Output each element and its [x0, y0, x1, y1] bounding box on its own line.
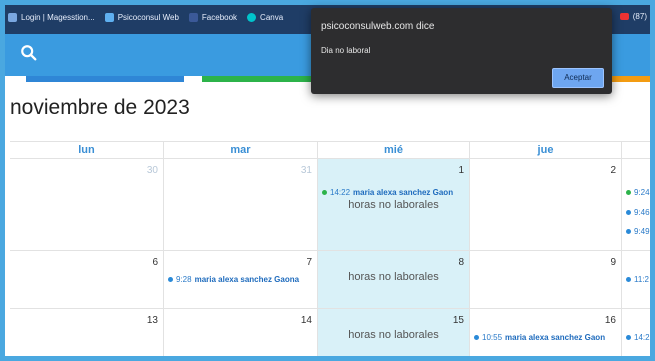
calendar-event[interactable]: 9:46	[626, 208, 650, 217]
canva-icon	[247, 12, 257, 22]
week-row: 30 31 1 14:22 maria alexa sanchez Gaon h…	[10, 159, 655, 251]
day-cell[interactable]: 16 10:55 maria alexa sanchez Gaon	[470, 309, 622, 361]
event-dot	[322, 190, 327, 195]
day-cell[interactable]: 31	[164, 159, 318, 251]
day-cell[interactable]: 30	[10, 159, 164, 251]
calendar-event[interactable]: 9:24	[626, 188, 650, 197]
day-cell[interactable]: 2	[470, 159, 622, 251]
event-dot	[626, 335, 631, 340]
day-cell-today[interactable]: 1 14:22 maria alexa sanchez Gaon horas n…	[318, 159, 470, 251]
bookmark-item[interactable]: Psicoconsul Web	[104, 12, 179, 22]
weekday-mon: lun	[10, 142, 164, 159]
event-time: 14:22	[330, 188, 351, 197]
bookmark-item[interactable]: Login | Magesstion...	[8, 12, 95, 22]
weekday-fri	[622, 142, 655, 159]
month-title: noviembre de 2023	[10, 96, 190, 119]
facebook-icon	[188, 12, 198, 22]
dialog-message: Dia no laboral	[321, 46, 371, 55]
event-time: 11:2	[634, 275, 649, 284]
day-number: 6	[152, 257, 158, 268]
event-time: 9:28	[176, 275, 192, 284]
day-number: 15	[452, 315, 464, 326]
day-cell[interactable]: 7 9:28 maria alexa sanchez Gaona	[164, 251, 318, 309]
event-title: maria alexa sanchez Gaon	[505, 333, 606, 342]
calendar-event[interactable]: 14:22 maria alexa sanchez Gaon	[322, 188, 453, 197]
weekday-thu: jue	[470, 142, 622, 159]
event-dot	[168, 277, 173, 282]
day-cell-today[interactable]: 15 horas no laborales	[318, 309, 470, 361]
weekday-wed: mié	[318, 142, 470, 159]
day-number: 7	[306, 257, 312, 268]
event-dot	[626, 190, 631, 195]
day-cell-today[interactable]: 8 horas no laborales	[318, 251, 470, 309]
non-working-hours: horas no laborales	[348, 271, 439, 283]
calendar-grid: lun mar mié jue 30 31 1 14:22 maria alex…	[10, 141, 655, 361]
event-time: 10:55	[482, 333, 503, 342]
day-cell[interactable]: 14:2	[622, 309, 655, 361]
weekday-header: lun mar mié jue	[10, 141, 655, 159]
weekday-tue: mar	[164, 142, 318, 159]
event-dot	[626, 277, 631, 282]
event-dot	[474, 335, 479, 340]
event-title: maria alexa sanchez Gaon	[353, 188, 454, 197]
tab-orange[interactable]	[612, 76, 655, 82]
day-number: 13	[146, 315, 158, 326]
day-number: 9	[610, 257, 616, 268]
event-time: 14:2	[634, 333, 650, 342]
non-working-hours: horas no laborales	[348, 199, 439, 211]
bookmark-icon	[104, 12, 114, 22]
search-button[interactable]	[20, 44, 40, 64]
event-title: maria alexa sanchez Gaona	[194, 275, 300, 284]
tab-blue[interactable]	[26, 76, 184, 82]
event-time: 9:46	[634, 208, 650, 217]
day-cell[interactable]: 6	[10, 251, 164, 309]
calendar-event[interactable]: 9:28 maria alexa sanchez Gaona	[168, 275, 299, 284]
day-number: 30	[146, 165, 158, 176]
day-number: 1	[458, 165, 464, 176]
calendar-event[interactable]: 14:2	[626, 333, 650, 342]
bookmark-item-right[interactable]: (87)	[619, 12, 647, 21]
calendar-event[interactable]: 11:2	[626, 275, 649, 284]
search-icon	[21, 45, 37, 61]
bookmark-item[interactable]: Canva	[247, 12, 283, 22]
event-dot	[626, 229, 631, 234]
bookmark-item[interactable]: Facebook	[188, 12, 237, 22]
dialog-title: psicoconsulweb.com dice	[321, 21, 435, 32]
day-cell[interactable]: 13	[10, 309, 164, 361]
event-dot	[626, 210, 631, 215]
week-row: 13 14 15 horas no laborales 16 10:55 mar…	[10, 309, 655, 361]
day-number: 14	[300, 315, 312, 326]
day-cell[interactable]: 9	[470, 251, 622, 309]
calendar-event[interactable]: 10:55 maria alexa sanchez Gaon	[474, 333, 605, 342]
day-number: 8	[458, 257, 464, 268]
week-row: 6 7 9:28 maria alexa sanchez Gaona 8 hor…	[10, 251, 655, 309]
tab-green[interactable]	[202, 76, 312, 82]
day-cell[interactable]: 11:2	[622, 251, 655, 309]
day-number: 31	[300, 165, 312, 176]
day-cell[interactable]: 9:24 9:46 9:49	[622, 159, 655, 251]
day-cell[interactable]: 14	[164, 309, 318, 361]
calendar-event[interactable]: 9:49	[626, 227, 650, 236]
event-time: 9:49	[634, 227, 650, 236]
event-time: 9:24	[634, 188, 650, 197]
non-working-hours: horas no laborales	[348, 329, 439, 341]
alert-dialog: psicoconsulweb.com dice Dia no laboral A…	[311, 8, 612, 94]
day-number: 2	[610, 165, 616, 176]
bookmark-icon	[8, 12, 17, 22]
youtube-icon	[619, 13, 629, 20]
day-number: 16	[604, 315, 616, 326]
accept-button[interactable]: Aceptar	[552, 68, 604, 88]
